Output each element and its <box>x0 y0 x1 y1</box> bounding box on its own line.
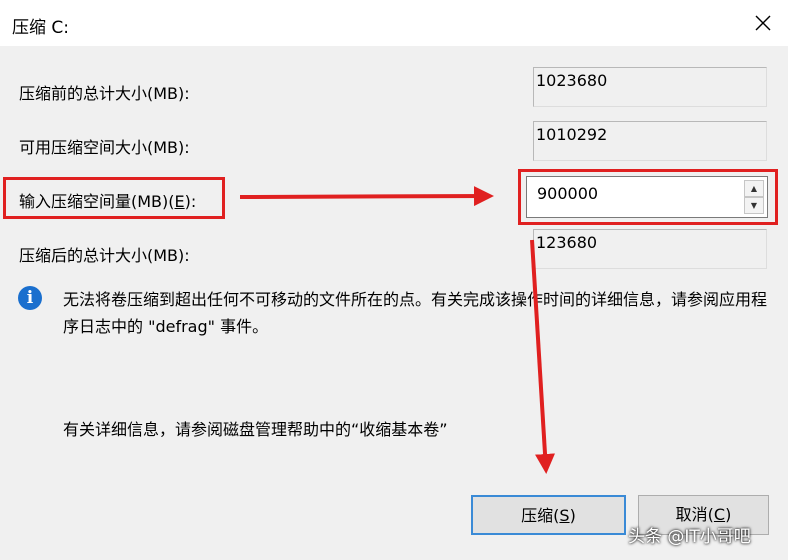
annotation-arrow-right <box>239 186 494 207</box>
watermark: 头条 @IT小哥吧 <box>628 527 751 547</box>
annotation-arrows <box>239 186 556 474</box>
annotation-arrow-down <box>530 239 556 474</box>
